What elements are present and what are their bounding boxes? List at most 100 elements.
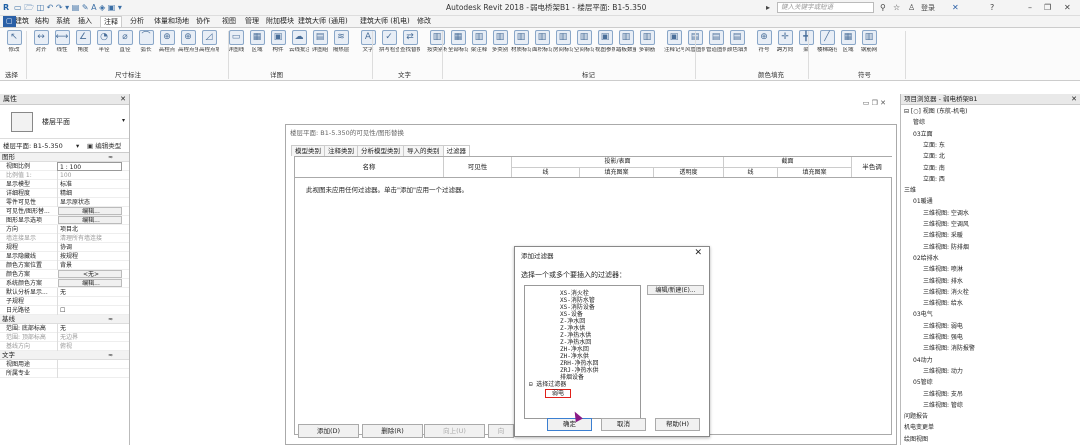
tab-0[interactable]: 建筑: [15, 16, 29, 27]
browser-tree-node[interactable]: 02给排水: [913, 255, 939, 263]
property-value[interactable]: 编辑...: [58, 216, 122, 224]
search-input[interactable]: 键入关键字或短语: [777, 2, 874, 13]
collapse-icon[interactable]: ≈: [108, 315, 113, 324]
browser-tree-node[interactable]: 三维视图: 空调风: [923, 221, 969, 229]
ok-button[interactable]: 确定: [547, 418, 592, 431]
list-group[interactable]: ⊟ 选择过滤器: [529, 381, 566, 388]
ribbon-button-35[interactable]: ✛ 跨方向: [775, 30, 795, 64]
browser-tree-node[interactable]: 三维视图: 喷淋: [923, 266, 963, 274]
delete-filter-button[interactable]: 删除(R): [362, 424, 423, 438]
section-graphics[interactable]: 图形 ≈: [0, 153, 129, 162]
ribbon-button-3[interactable]: ∠ 角度: [73, 30, 93, 64]
list-item[interactable]: 排烟设备: [560, 374, 584, 381]
ribbon-button-30[interactable]: ▣ 注释记号: [664, 30, 684, 64]
property-row[interactable]: 视图比例 1 : 100: [0, 162, 129, 171]
quick-access-icons[interactable]: ▭ 🗁 ◫ ↶ ↷ ▾ ▤ ✎ A ◈ ▣ ▾: [14, 2, 122, 14]
list-item[interactable]: ZH-净水供: [560, 353, 589, 360]
browser-tree-node[interactable]: 三维视图: 消防报警: [923, 345, 975, 353]
ribbon-button-13[interactable]: ☁ 云线批注: [289, 30, 309, 64]
browser-tree-node[interactable]: 立面: 北: [923, 153, 945, 161]
tab-11[interactable]: 建筑大师 (通用): [298, 16, 348, 27]
property-value[interactable]: <无>: [58, 270, 122, 278]
help-button[interactable]: 帮助(H): [655, 418, 700, 431]
property-row[interactable]: 详细程度 精细: [0, 189, 129, 198]
ribbon-button-17[interactable]: ✓ 拼写检查: [379, 30, 399, 64]
property-value[interactable]: 显示原状态: [57, 198, 122, 207]
browser-tree-node[interactable]: 三维视图: 弱电: [923, 323, 963, 331]
property-value[interactable]: 按规程: [57, 252, 122, 261]
property-value[interactable]: 背景: [57, 261, 122, 270]
list-item[interactable]: ZRH-净热水回: [560, 360, 598, 367]
collapse-icon[interactable]: ≈: [108, 351, 113, 360]
filter-list[interactable]: XS-消火栓 XS-消防水管 XS-消防设备 XS-设备 Z-净水回 Z-净水供 Z-净热水…: [524, 285, 641, 419]
browser-tree-node[interactable]: 三维视图: 管综: [923, 402, 963, 410]
browser-tree-node[interactable]: 问题报告: [904, 413, 928, 421]
property-value[interactable]: 无: [57, 324, 122, 333]
user-icon[interactable]: ♙: [908, 2, 915, 14]
ribbon-group-label[interactable]: 符号: [858, 70, 871, 80]
browser-tree-node[interactable]: 三维视图: 防排烟: [923, 244, 969, 252]
ribbon-button-0[interactable]: ↖ 修改: [4, 30, 24, 64]
property-row[interactable]: 墙连接显示 清理所有墙连接: [0, 234, 129, 243]
property-value[interactable]: 精细: [57, 189, 122, 198]
browser-tree-node[interactable]: 立面: 东: [923, 142, 945, 150]
list-item[interactable]: XS-消火栓: [560, 290, 589, 297]
browser-tree-node[interactable]: 管综: [913, 119, 925, 127]
ribbon-button-37[interactable]: ╱ 楼梯路径: [817, 30, 837, 64]
close-icon[interactable]: ✕: [694, 248, 702, 258]
browser-tree-node[interactable]: 三维视图: 强电: [923, 334, 963, 342]
property-value[interactable]: 编辑...: [58, 279, 122, 287]
chevron-down-icon[interactable]: ▾: [122, 117, 125, 124]
browser-tree-node[interactable]: 三维视图: 空调水: [923, 210, 969, 218]
ribbon-button-14[interactable]: ▤ 详图组: [310, 30, 330, 64]
ribbon-button-34[interactable]: ⊕ 符号: [754, 30, 774, 64]
ribbon-button-19[interactable]: ▥按类别标记: [427, 30, 447, 64]
property-row[interactable]: 颜色方案位置 背景: [0, 261, 129, 270]
dialog-tab-2[interactable]: 分析模型类别: [357, 145, 404, 156]
property-value[interactable]: 无边界: [57, 333, 122, 342]
close-icon[interactable]: ✕: [1064, 2, 1071, 14]
chevron-down-icon[interactable]: ▾: [76, 139, 79, 153]
property-row[interactable]: 显示隐藏线 按规程: [0, 252, 129, 261]
property-row[interactable]: 视图用途: [0, 360, 129, 369]
property-value[interactable]: [57, 297, 122, 306]
list-item[interactable]: ZRJ-净热水供: [560, 367, 598, 374]
ribbon-button-11[interactable]: ▦ 区域: [247, 30, 267, 64]
ribbon-group-label[interactable]: 选择: [5, 70, 18, 80]
tab-2[interactable]: 系统: [56, 16, 70, 27]
tab-5[interactable]: 分析: [130, 16, 144, 27]
tab-7[interactable]: 协作: [196, 16, 210, 27]
property-row[interactable]: 显示模型 标准: [0, 180, 129, 189]
property-row[interactable]: 颜色方案 <无>: [0, 270, 129, 279]
binoculars-icon[interactable]: ⚲: [880, 2, 886, 14]
list-item[interactable]: ZH-净水回: [560, 346, 589, 353]
ribbon-button-38[interactable]: ▦ 区域: [838, 30, 858, 64]
ribbon-button-24[interactable]: ▥ 面积标记: [532, 30, 552, 64]
property-value[interactable]: [57, 369, 122, 378]
cancel-button[interactable]: 取消: [601, 418, 646, 431]
view-window-controls[interactable]: ▭ ❐ ✕: [863, 99, 886, 107]
ribbon-button-15[interactable]: ≋ 隔热层: [331, 30, 351, 64]
property-row[interactable]: 方向 项目北: [0, 225, 129, 234]
browser-tree-node[interactable]: 绘图视图: [904, 436, 928, 444]
browser-tree-node[interactable]: 三维视图: 动力: [923, 368, 963, 376]
help-icon[interactable]: ?: [990, 2, 994, 14]
browser-tree-node[interactable]: 三维视图: 排水: [923, 278, 963, 286]
list-scrollbar[interactable]: ▴ ▾: [640, 286, 641, 418]
property-value[interactable]: [57, 360, 122, 369]
ribbon-button-8[interactable]: ⊕ 高程点坐标: [178, 30, 198, 64]
property-row[interactable]: 图形显示选项 编辑...: [0, 216, 129, 225]
view-instance-selector[interactable]: 楼层平面: B1-5.350 ▾ ▣ 编辑类型: [0, 139, 129, 153]
property-row[interactable]: 可见性/图形替... 编辑...: [0, 207, 129, 216]
collapse-icon[interactable]: ≈: [108, 153, 113, 162]
search-arrow-icon[interactable]: ▸: [766, 2, 770, 14]
revit-logo-icon[interactable]: R: [3, 2, 9, 14]
ribbon-button-4[interactable]: ◔ 半径: [94, 30, 114, 64]
exchange-icon[interactable]: ✕: [952, 2, 959, 14]
browser-tree-node[interactable]: 三维视图: 支吊: [923, 391, 963, 399]
dialog-tab-0[interactable]: 模型类别: [291, 145, 325, 156]
property-row[interactable]: 基线方向 俯视: [0, 342, 129, 351]
list-item[interactable]: Z-净水回: [560, 318, 585, 325]
list-item[interactable]: XS-设备: [560, 311, 583, 318]
ribbon-button-28[interactable]: ▥ 踏板数量: [616, 30, 636, 64]
